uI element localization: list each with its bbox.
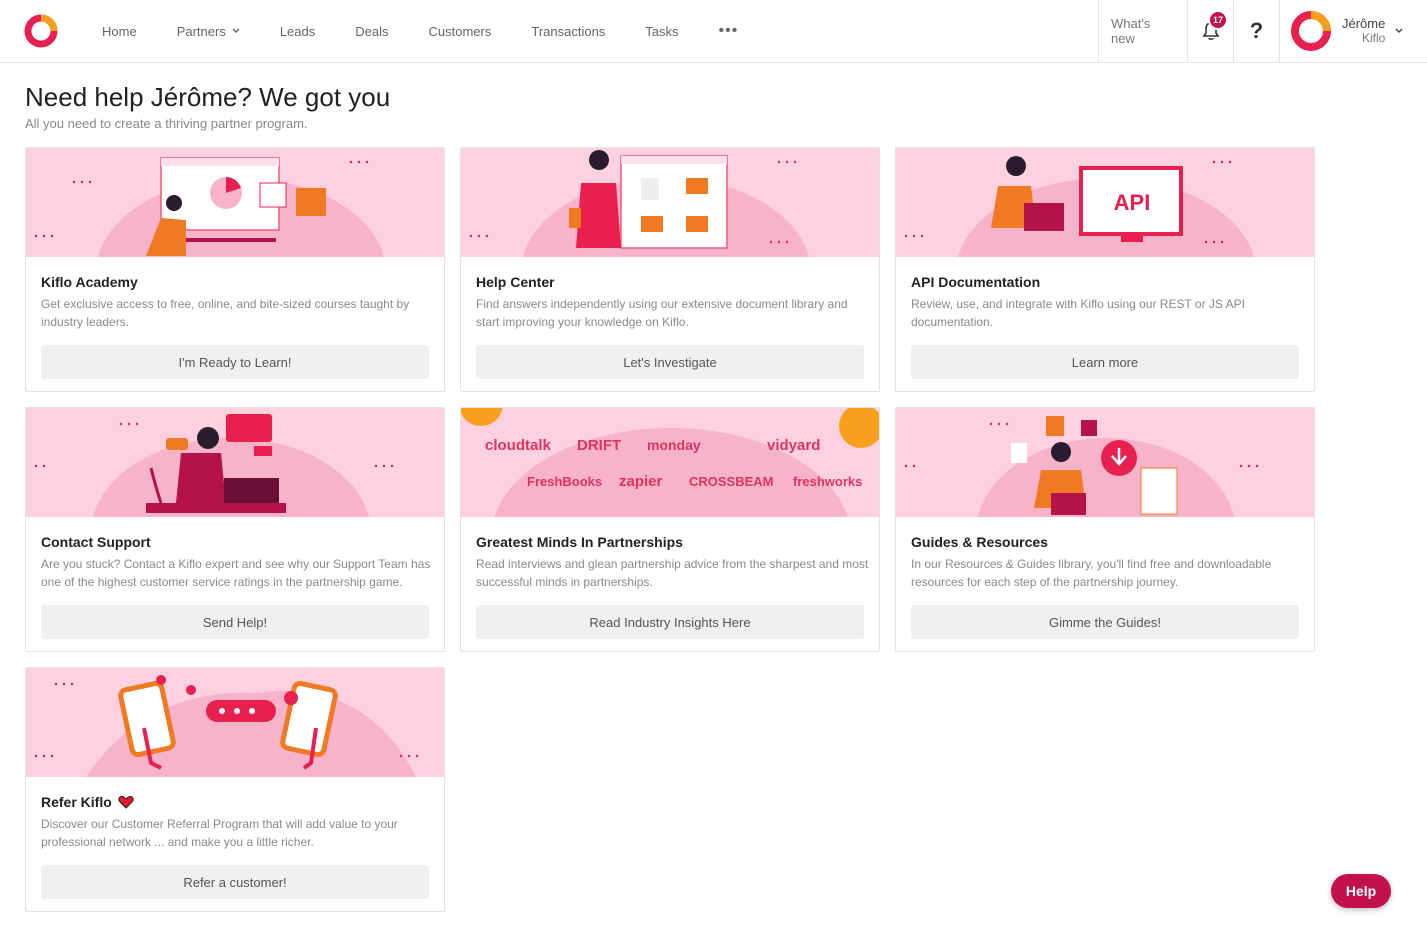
card-title: Greatest Minds In Partnerships	[476, 534, 683, 550]
card-title: Kiflo Academy	[41, 274, 138, 290]
card-description: Find answers independently using our ext…	[476, 297, 848, 329]
nav-label: Tasks	[645, 23, 679, 39]
help-floating-button[interactable]: Help	[1331, 874, 1391, 908]
card-title: Help Center	[476, 274, 555, 290]
card-refer-kiflo: Refer Kiflo Discover our Customer Referr…	[25, 667, 445, 912]
chevron-down-icon	[232, 28, 240, 33]
nav-deals[interactable]: Deals	[335, 24, 408, 39]
card-kiflo-academy: Kiflo Academy Get exclusive access to fr…	[25, 147, 445, 392]
nav-label: Home	[102, 23, 137, 39]
main-nav: Home Partners Leads Deals Customers Tran…	[82, 0, 758, 62]
nav-home[interactable]: Home	[82, 24, 157, 39]
user-name: Jérôme	[1342, 16, 1386, 31]
card-description: Review, use, and integrate with Kiflo us…	[911, 297, 1245, 329]
card-greatest-minds: cloudtalk DRIFT monday vidyard FreshBook…	[460, 407, 880, 652]
whats-new-link[interactable]: What's new	[1098, 0, 1187, 62]
nav-customers[interactable]: Customers	[409, 24, 512, 39]
logo-monday: monday	[647, 437, 701, 453]
academy-button[interactable]: I'm Ready to Learn!	[41, 345, 429, 379]
card-description: Read interviews and glean partnership ad…	[476, 557, 869, 589]
kiflo-logo-icon[interactable]	[24, 14, 58, 48]
card-title-text: Refer Kiflo	[41, 794, 112, 810]
card-help-center: Help Center Find answers independently u…	[460, 147, 880, 392]
help-center-button[interactable]: Let's Investigate	[476, 345, 864, 379]
card-description: Discover our Customer Referral Program t…	[41, 817, 398, 849]
nav-partners[interactable]: Partners	[157, 24, 260, 39]
card-description: Get exclusive access to free, online, an…	[41, 297, 410, 329]
nav-more-menu[interactable]: •••	[699, 22, 759, 40]
notifications-button[interactable]: 17	[1187, 0, 1233, 62]
heart-icon	[118, 795, 134, 809]
page-title: Need help Jérôme? We got you	[25, 82, 391, 112]
chevron-down-icon	[1395, 28, 1403, 33]
notification-count-badge: 17	[1208, 10, 1228, 30]
nav-transactions[interactable]: Transactions	[511, 24, 625, 39]
refer-customer-button[interactable]: Refer a customer!	[41, 865, 429, 899]
nav-label: Transactions	[531, 23, 606, 39]
nav-label: Partners	[176, 23, 226, 39]
card-title: API Documentation	[911, 274, 1041, 290]
industry-insights-button[interactable]: Read Industry Insights Here	[476, 605, 864, 639]
user-org: Kiflo	[1362, 31, 1386, 45]
academy-illustration	[26, 148, 444, 257]
nav-leads[interactable]: Leads	[260, 24, 335, 39]
logo-freshbooks: FreshBooks	[527, 474, 602, 489]
partners-logos-illustration: cloudtalk DRIFT monday vidyard FreshBook…	[461, 408, 879, 517]
user-menu[interactable]: Jérôme Kiflo	[1279, 0, 1427, 62]
logo-crossbeam: CROSSBEAM	[689, 474, 774, 489]
card-guides-resources: Guides & Resources In our Resources & Gu…	[895, 407, 1315, 652]
nav-tasks[interactable]: Tasks	[625, 24, 698, 39]
logo-drift: DRIFT	[577, 437, 621, 454]
support-illustration	[26, 408, 444, 517]
card-title: Guides & Resources	[911, 534, 1048, 550]
help-center-illustration	[461, 148, 879, 257]
api-banner-text: API	[1114, 190, 1151, 215]
card-contact-support: Contact Support Are you stuck? Contact a…	[25, 407, 445, 652]
user-avatar	[1291, 11, 1331, 51]
logo-zapier: zapier	[619, 473, 663, 490]
card-api-documentation: API API Documentation Review, use, and i…	[895, 147, 1315, 392]
nav-label: Customers	[428, 23, 492, 39]
logo-freshworks: freshworks	[793, 474, 862, 489]
card-description: In our Resources & Guides library, you'l…	[911, 557, 1272, 589]
card-title: Contact Support	[41, 534, 151, 550]
refer-illustration	[26, 668, 444, 777]
help-question-button[interactable]: ?	[1233, 0, 1279, 62]
nav-label: Deals	[355, 23, 389, 39]
page-subtitle: All you need to create a thriving partne…	[25, 116, 308, 131]
logo-vidyard: vidyard	[767, 437, 820, 454]
api-docs-button[interactable]: Learn more	[911, 345, 1299, 379]
api-illustration: API	[896, 148, 1314, 257]
logo-cloudtalk: cloudtalk	[485, 437, 552, 454]
card-description: Are you stuck? Contact a Kiflo expert an…	[41, 557, 431, 589]
nav-label: Leads	[279, 23, 316, 39]
top-navigation-bar: Home Partners Leads Deals Customers Tran…	[0, 0, 1427, 63]
user-info: Jérôme Kiflo	[1342, 16, 1385, 46]
contact-support-button[interactable]: Send Help!	[41, 605, 429, 639]
card-title: Refer Kiflo	[41, 794, 134, 810]
guides-button[interactable]: Gimme the Guides!	[911, 605, 1299, 639]
top-right-area: What's new 17 ? Jérôme Kiflo	[1098, 0, 1427, 62]
guides-illustration	[896, 408, 1314, 517]
